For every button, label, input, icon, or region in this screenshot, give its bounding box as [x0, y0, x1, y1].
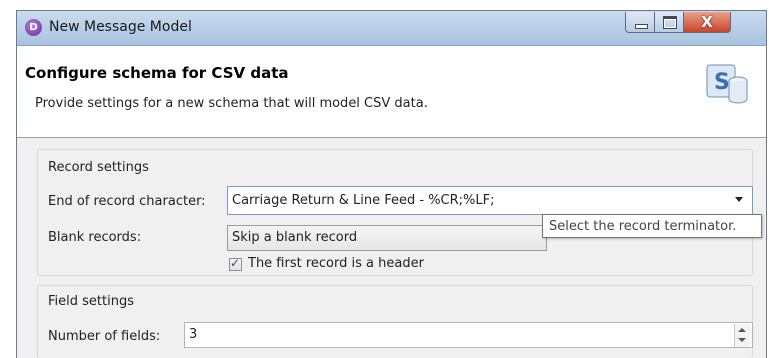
- field-settings-label: Field settings: [48, 294, 134, 309]
- page-title: Configure schema for CSV data: [25, 64, 289, 82]
- number-spinner[interactable]: [734, 324, 751, 347]
- maximize-icon: [663, 16, 677, 29]
- spin-down-icon[interactable]: [738, 338, 746, 342]
- schema-letter: S: [714, 70, 730, 95]
- blank-records-dropdown[interactable]: Skip a blank record: [227, 225, 547, 251]
- end-of-record-value: Carriage Return & Line Feed - %CR;%LF;: [232, 193, 495, 208]
- checkmark-icon: ✓: [230, 256, 241, 270]
- header-checkbox[interactable]: ✓: [229, 256, 242, 271]
- wizard-banner: Configure schema for CSV data Provide se…: [17, 46, 766, 138]
- minimize-button[interactable]: [625, 12, 655, 33]
- record-settings-label: Record settings: [48, 160, 149, 175]
- app-icon: D: [25, 19, 42, 36]
- title-bar[interactable]: D New Message Model X: [17, 11, 766, 46]
- number-of-fields-input[interactable]: 3: [184, 322, 753, 348]
- number-of-fields-label: Number of fields:: [48, 329, 161, 344]
- dialog-window: D New Message Model X Configure schema f…: [16, 10, 767, 358]
- end-of-record-dropdown[interactable]: Carriage Return & Line Feed - %CR;%LF;: [227, 186, 753, 215]
- minimize-icon: [635, 24, 648, 29]
- tooltip-text: Select the record terminator.: [549, 219, 737, 234]
- record-settings-group: Record settings End of record character:…: [37, 149, 753, 276]
- maximize-button[interactable]: [654, 12, 684, 33]
- number-of-fields-value: 3: [189, 327, 198, 342]
- blank-records-value: Skip a blank record: [232, 230, 358, 245]
- blank-records-label: Blank records:: [48, 230, 142, 245]
- end-of-record-label: End of record character:: [48, 194, 206, 209]
- spin-up-icon[interactable]: [738, 328, 746, 332]
- header-checkbox-label[interactable]: The first record is a header: [248, 256, 424, 271]
- window-title: New Message Model: [49, 19, 192, 35]
- chevron-down-icon[interactable]: [735, 197, 743, 202]
- close-button[interactable]: X: [683, 12, 731, 33]
- close-icon: X: [701, 13, 713, 31]
- page-description: Provide settings for a new schema that w…: [35, 96, 428, 111]
- tooltip: Select the record terminator.: [542, 214, 762, 238]
- field-settings-group: Field settings Number of fields: 3: [37, 285, 753, 358]
- schema-database-icon: S: [706, 64, 748, 104]
